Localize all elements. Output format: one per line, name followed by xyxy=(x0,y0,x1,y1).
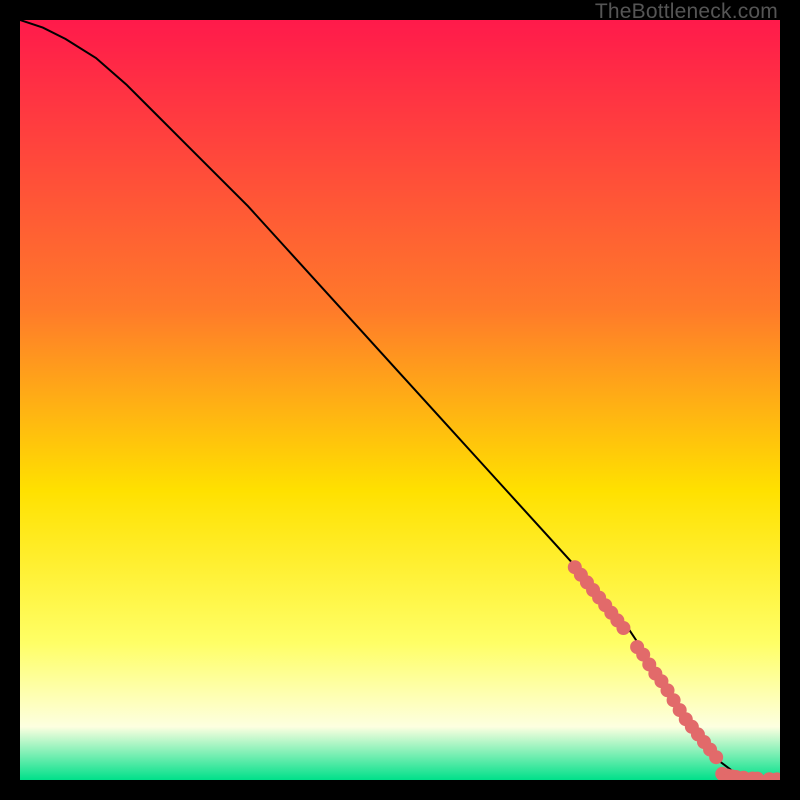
chart-plot-area xyxy=(20,20,780,780)
data-marker xyxy=(709,750,723,764)
gradient-background xyxy=(20,20,780,780)
chart-svg xyxy=(20,20,780,780)
data-marker xyxy=(616,621,630,635)
